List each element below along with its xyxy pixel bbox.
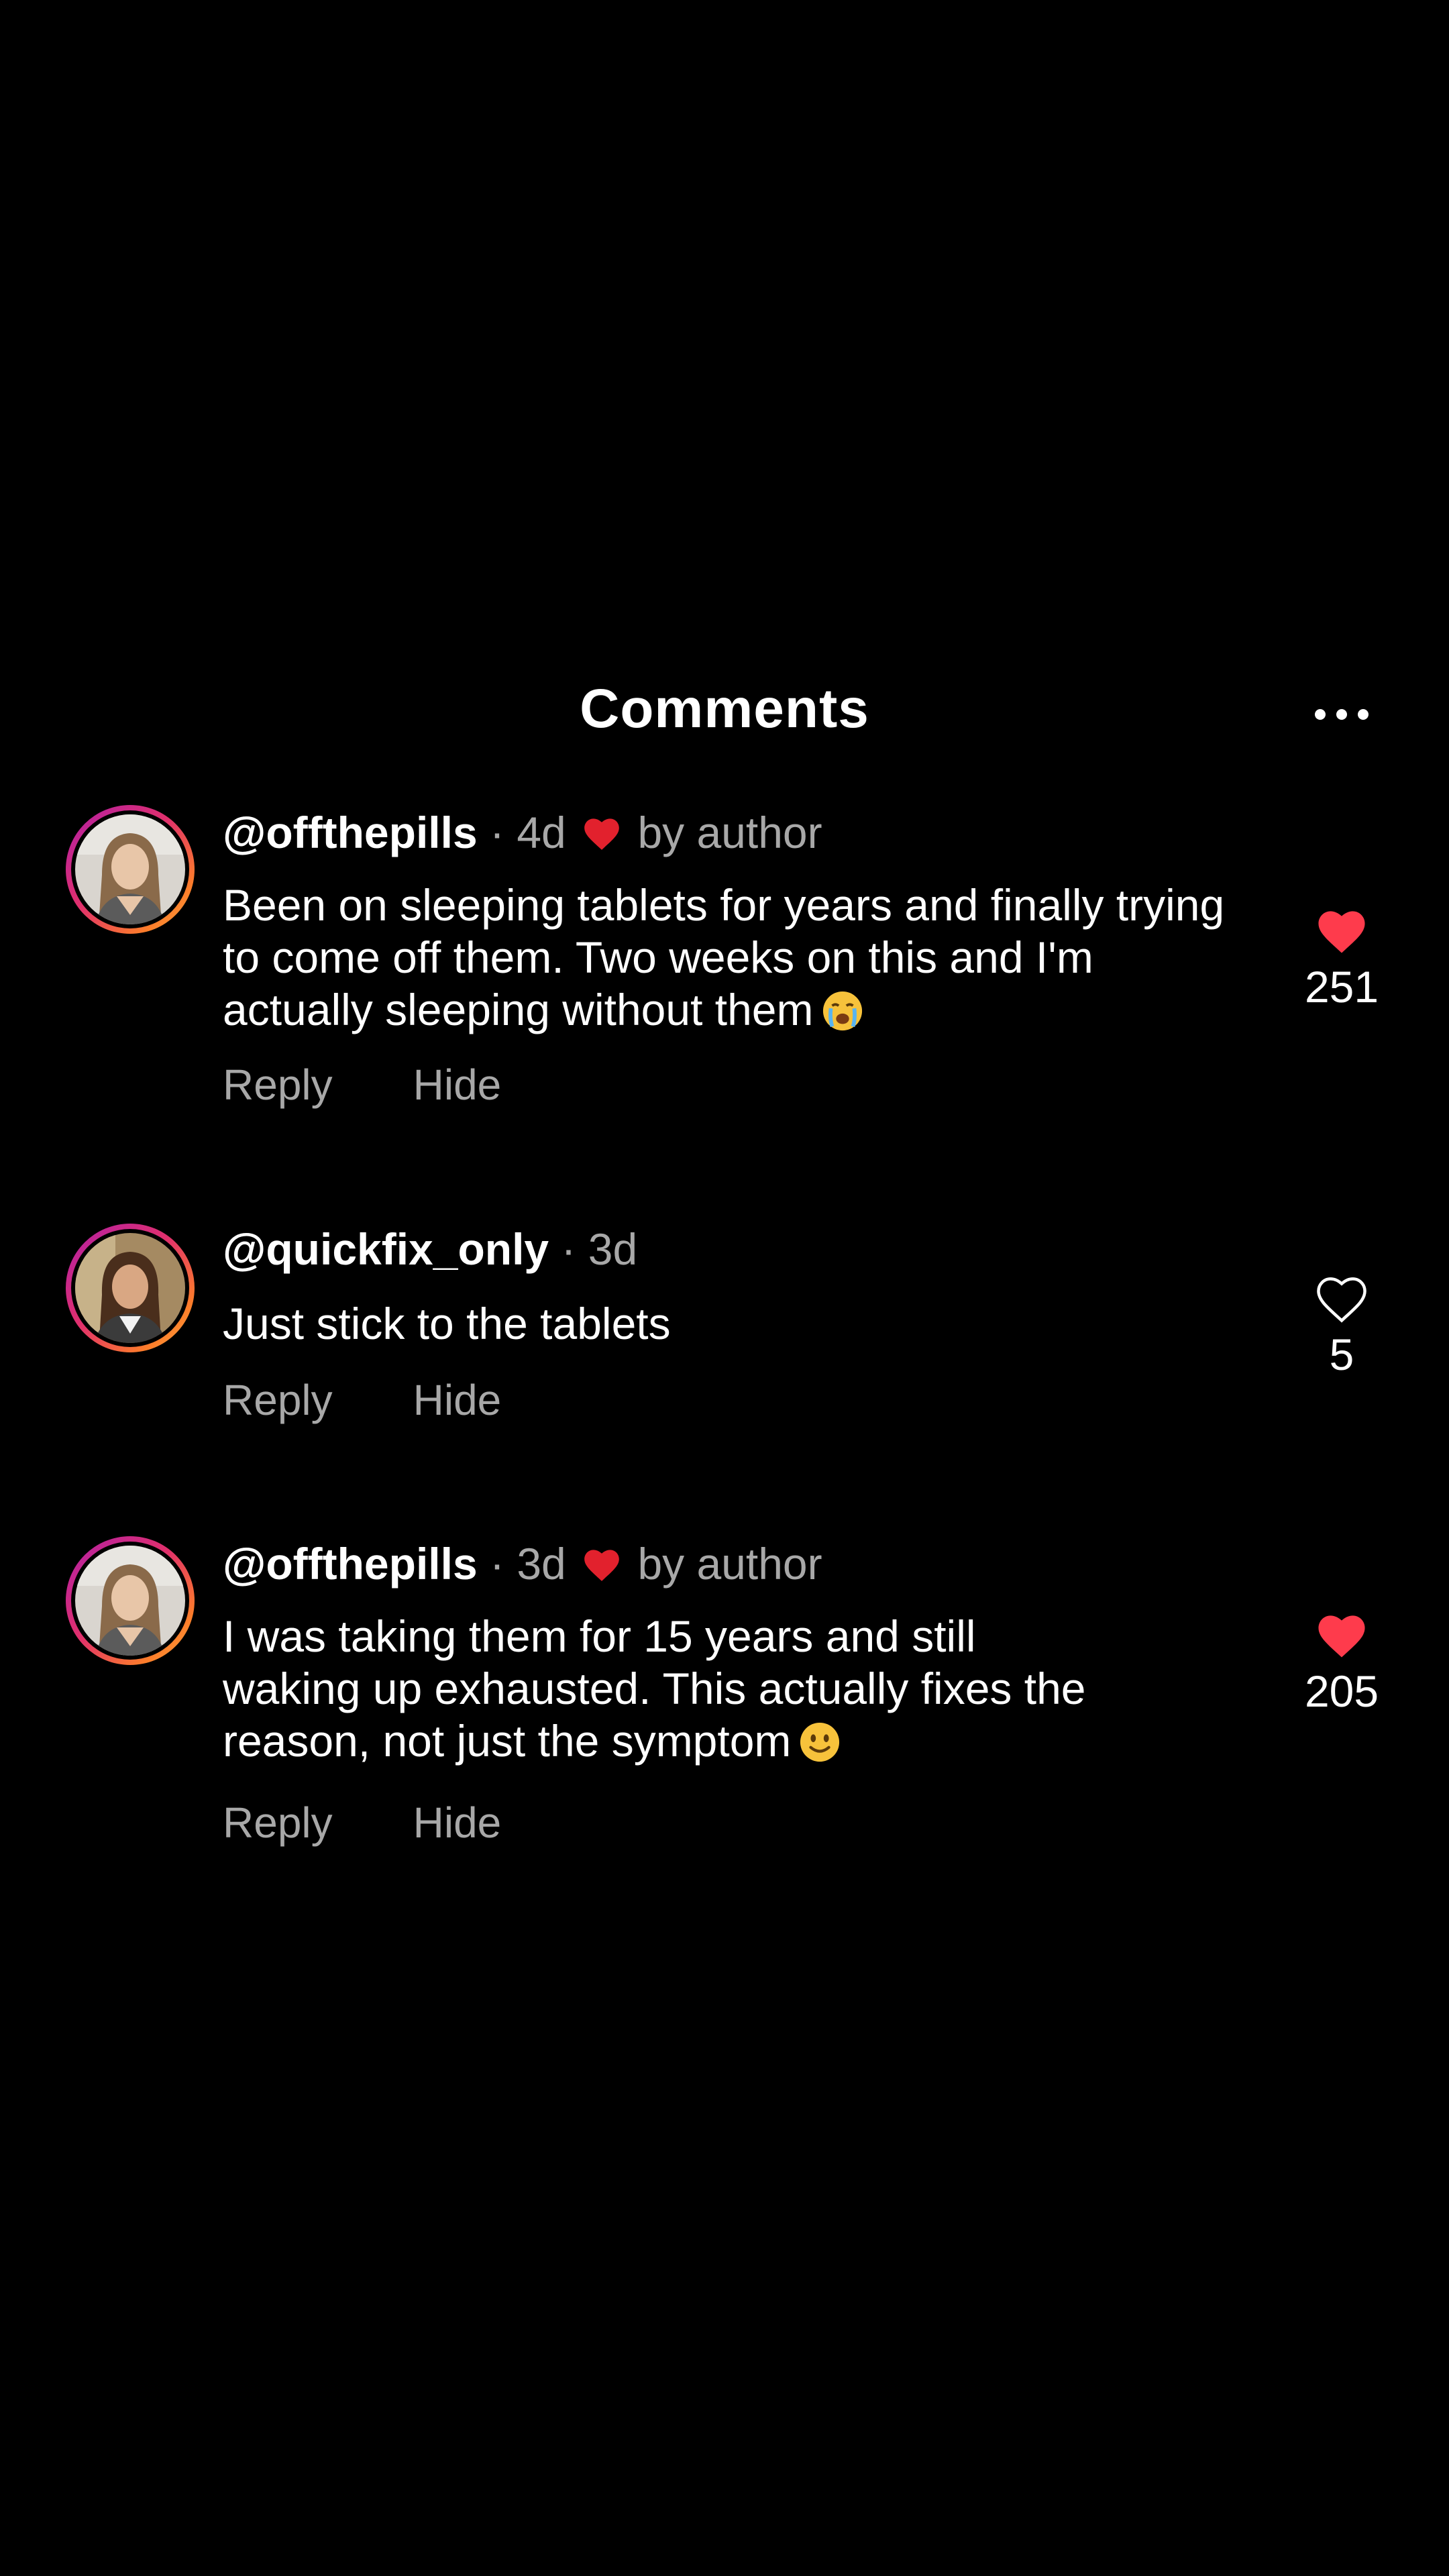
crying-emoji-icon — [822, 990, 863, 1042]
comment-time: · 3d — [490, 1539, 566, 1589]
author-label: by author — [637, 1539, 822, 1589]
like-button[interactable]: 5 — [1275, 1272, 1409, 1380]
comment-actions: Reply Hide — [223, 1375, 582, 1425]
heart-filled-icon — [1318, 1615, 1365, 1658]
hide-button[interactable]: Hide — [413, 1061, 502, 1109]
comment-item: @offthepills · 3d by author I was taking… — [0, 1536, 1449, 1858]
avatar-ring-gap — [71, 1542, 189, 1660]
like-count: 251 — [1304, 962, 1379, 1012]
reply-button[interactable]: Reply — [223, 1061, 333, 1109]
comment-meta: @offthepills · 4d by author — [223, 806, 822, 859]
comment-text: I was taking them for 15 years and still… — [223, 1610, 1095, 1774]
username-link[interactable]: @offthepills — [223, 1539, 478, 1589]
smiling-emoji-icon — [799, 1721, 841, 1774]
reply-button[interactable]: Reply — [223, 1376, 333, 1424]
avatar[interactable] — [66, 1224, 195, 1352]
hide-button[interactable]: Hide — [413, 1799, 502, 1847]
author-label: by author — [637, 808, 822, 857]
comments-header: Comments — [0, 671, 1449, 751]
comment-time: · 3d — [561, 1224, 638, 1274]
avatar-photo — [75, 814, 185, 924]
author-liked-heart-icon — [584, 818, 619, 850]
more-horizontal-icon — [1315, 709, 1326, 720]
comment-body: Been on sleeping tablets for years and f… — [223, 880, 1225, 1034]
heart-filled-icon — [1318, 911, 1365, 953]
comment-time: · 4d — [490, 808, 566, 857]
comment-meta: @quickfix_only · 3d — [223, 1222, 637, 1276]
page-title: Comments — [580, 678, 869, 739]
like-count: 205 — [1304, 1666, 1379, 1716]
avatar[interactable] — [66, 1536, 195, 1665]
heart-outline-icon — [1317, 1277, 1366, 1323]
more-options-button[interactable] — [1301, 684, 1382, 745]
avatar-photo — [75, 1233, 185, 1343]
comment-text: Just stick to the tablets — [223, 1297, 1242, 1350]
like-button[interactable]: 205 — [1275, 1609, 1409, 1717]
like-button[interactable]: 251 — [1275, 904, 1409, 1012]
avatar-ring-gap — [71, 1229, 189, 1347]
author-liked-heart-icon — [584, 1550, 619, 1581]
more-dot — [1358, 709, 1368, 720]
hide-button[interactable]: Hide — [413, 1376, 502, 1424]
comment-actions: Reply Hide — [223, 1060, 582, 1110]
comment-text: Been on sleeping tablets for years and f… — [223, 879, 1242, 1042]
comment-item: @offthepills · 4d by author Been on slee… — [0, 805, 1449, 1127]
comment-actions: Reply Hide — [223, 1798, 582, 1847]
reply-button[interactable]: Reply — [223, 1799, 333, 1847]
avatar[interactable] — [66, 805, 195, 934]
username-link[interactable]: @quickfix_only — [223, 1224, 549, 1274]
avatar-ring-gap — [71, 810, 189, 928]
username-link[interactable]: @offthepills — [223, 808, 478, 857]
more-dot — [1336, 709, 1347, 720]
avatar-photo — [75, 1546, 185, 1656]
comment-body: Just stick to the tablets — [223, 1299, 671, 1348]
comment-body: I was taking them for 15 years and still… — [223, 1611, 1086, 1766]
like-count: 5 — [1329, 1330, 1354, 1379]
comment-meta: @offthepills · 3d by author — [223, 1537, 822, 1591]
comment-item: @quickfix_only · 3d Just stick to the ta… — [0, 1224, 1449, 1438]
